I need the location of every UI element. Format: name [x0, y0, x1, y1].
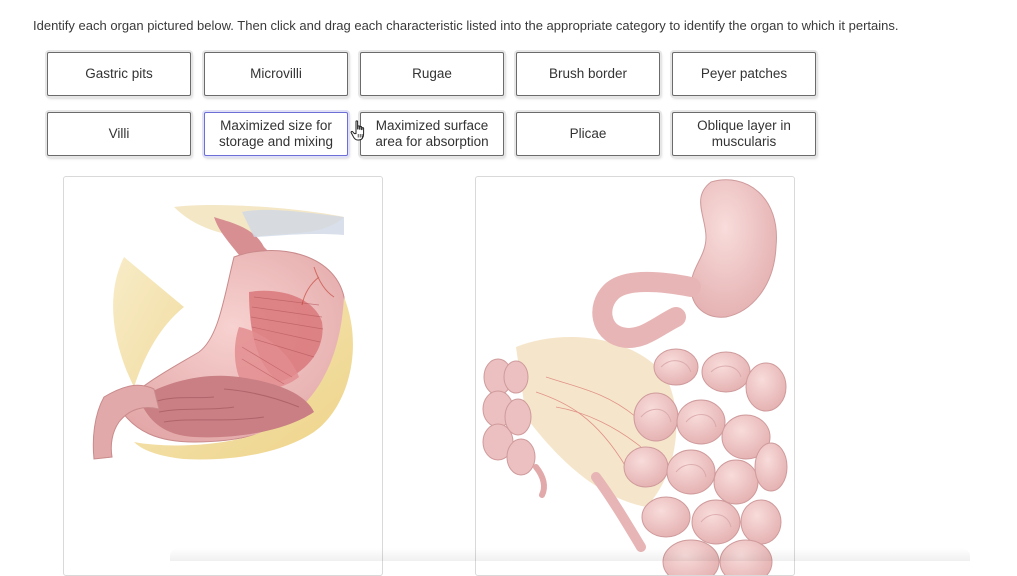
- chip-label-line1: Maximized surface: [375, 118, 489, 133]
- hand-pointer-icon: [350, 120, 365, 141]
- small-intestine-illustration: [482, 179, 788, 575]
- chip-label: Villi: [108, 126, 130, 141]
- chip-rugae[interactable]: Rugae: [360, 52, 504, 96]
- chip-label-line1: Oblique layer in: [697, 118, 791, 133]
- instructions-text: Identify each organ pictured below. Then…: [33, 18, 899, 33]
- chip-maximized-surface[interactable]: Maximized surface area for absorption: [360, 112, 504, 156]
- chip-label: Rugae: [412, 66, 452, 81]
- chip-label-line2: area for absorption: [375, 134, 489, 149]
- chip-label: Brush border: [548, 66, 628, 81]
- chip-label: Peyer patches: [700, 66, 788, 81]
- chip-villi[interactable]: Villi: [47, 112, 191, 156]
- chip-label: Gastric pits: [85, 66, 153, 81]
- chip-peyer-patches[interactable]: Peyer patches: [672, 52, 816, 96]
- chip-gastric-pits[interactable]: Gastric pits: [47, 52, 191, 96]
- chip-microvilli[interactable]: Microvilli: [204, 52, 348, 96]
- chip-label: Plicae: [569, 126, 607, 141]
- chip-label-line2: muscularis: [711, 134, 777, 149]
- chip-label-line1: Maximized size for: [220, 118, 332, 133]
- chip-plicae[interactable]: Plicae: [516, 112, 660, 156]
- chip-label: Microvilli: [250, 66, 302, 81]
- stomach-illustration: [92, 205, 353, 460]
- chip-label-line2: storage and mixing: [218, 134, 334, 149]
- bottom-scroll-shadow: [170, 548, 970, 561]
- small-intestine-image-panel[interactable]: [475, 176, 795, 576]
- chip-maximized-size[interactable]: Maximized size for storage and mixing: [204, 112, 348, 156]
- stomach-image-panel[interactable]: [63, 176, 383, 576]
- chip-brush-border[interactable]: Brush border: [516, 52, 660, 96]
- chip-oblique-layer[interactable]: Oblique layer in muscularis: [672, 112, 816, 156]
